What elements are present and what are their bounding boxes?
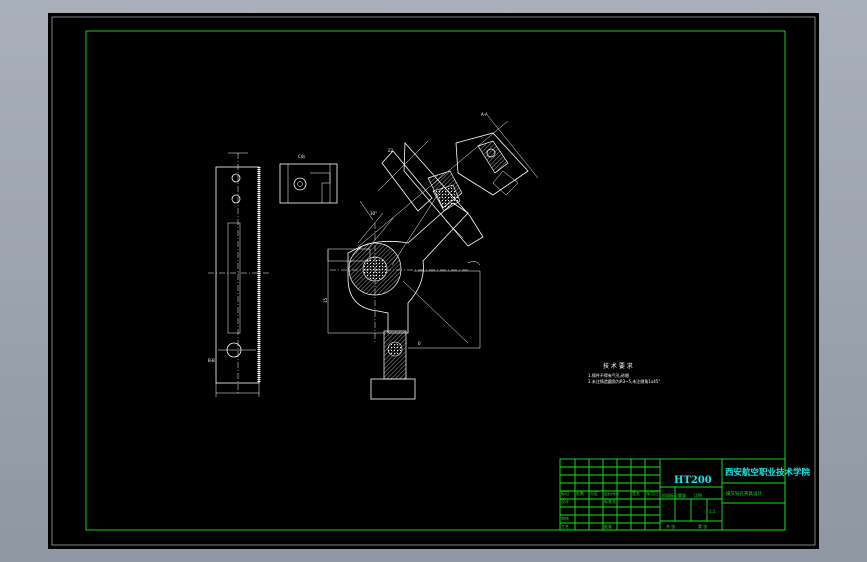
svg-text:共 张: 共 张	[666, 523, 675, 529]
material-label: HT200	[674, 475, 712, 486]
svg-text:年月日: 年月日	[646, 490, 658, 496]
svg-text:15: 15	[323, 297, 328, 303]
school-name: 西安航空职业技术学院	[725, 467, 811, 478]
label-c: C向	[298, 153, 305, 159]
side-view: B-B	[208, 152, 270, 397]
fork-arm: A-A 22	[377, 112, 539, 247]
title-block: HT200 西安航空职业技术学院 拨叉钻孔夹具设计 1:1 标记 处数 分区 更…	[559, 458, 811, 531]
scale-value: 1:1	[709, 509, 716, 514]
tech-req-title: 技 术 要 求	[603, 362, 633, 370]
tech-requirements: 技 术 要 求 1.铸件不得有气孔,砂眼 2.未注铸造圆角为R3~5,未注倒角1…	[588, 362, 660, 384]
svg-text:处数: 处数	[576, 490, 584, 496]
drawing-sheet: B-B C向 15 0 30° A-A 22 技 术 要 求 1.铸件不得有气孔…	[48, 13, 819, 549]
svg-text:标准化: 标准化	[604, 498, 616, 504]
svg-text:工艺: 工艺	[561, 524, 569, 529]
cad-drawing: B-B C向 15 0 30° A-A 22 技 术 要 求 1.铸件不得有气孔…	[51, 16, 816, 546]
svg-text:分区: 分区	[590, 490, 598, 496]
svg-text:更改文件号: 更改文件号	[604, 491, 619, 496]
label-b-b: B-B	[208, 358, 215, 363]
tech-req-line-1: 1.铸件不得有气孔,砂眼	[588, 372, 629, 378]
svg-text:阶段标记: 阶段标记	[662, 492, 678, 498]
outer-frame	[51, 16, 816, 546]
svg-text:审核: 审核	[561, 515, 569, 521]
svg-text:批准: 批准	[604, 523, 612, 529]
svg-text:比例: 比例	[694, 492, 702, 498]
svg-text:标记: 标记	[561, 490, 569, 496]
part-name: 拨叉钻孔夹具设计	[726, 490, 762, 497]
label-a-a: A-A	[481, 112, 488, 117]
main-view: 15 0 30°	[323, 120, 509, 400]
svg-text:22: 22	[388, 148, 394, 153]
tech-req-line-2: 2.未注铸造圆角为R3~5,未注倒角1x45°	[588, 378, 660, 384]
svg-text:签名: 签名	[632, 490, 640, 496]
svg-text:0: 0	[418, 341, 421, 346]
svg-text:第 张: 第 张	[698, 523, 707, 529]
inner-frame	[85, 30, 786, 531]
svg-text:设计: 设计	[561, 498, 569, 504]
detail-view-c: C向	[279, 153, 338, 204]
svg-text:30°: 30°	[370, 211, 377, 216]
svg-text:重量: 重量	[678, 492, 686, 498]
